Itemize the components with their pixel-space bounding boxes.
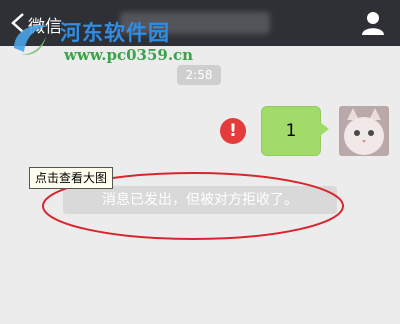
bubble-tail (320, 122, 329, 136)
watermark-title: 河东软件园 (60, 20, 170, 45)
send-failed-icon[interactable]: ! (220, 118, 246, 144)
view-image-tooltip: 点击查看大图 (29, 167, 114, 189)
person-icon[interactable] (360, 10, 386, 36)
message-timestamp: 2:58 (177, 65, 221, 85)
cat-avatar-icon (339, 106, 389, 156)
outgoing-message-bubble[interactable]: 1 (261, 106, 321, 156)
watermark-logo-icon (14, 24, 48, 55)
watermark-url: www.pc0359.cn (64, 46, 194, 64)
avatar[interactable] (339, 106, 389, 156)
